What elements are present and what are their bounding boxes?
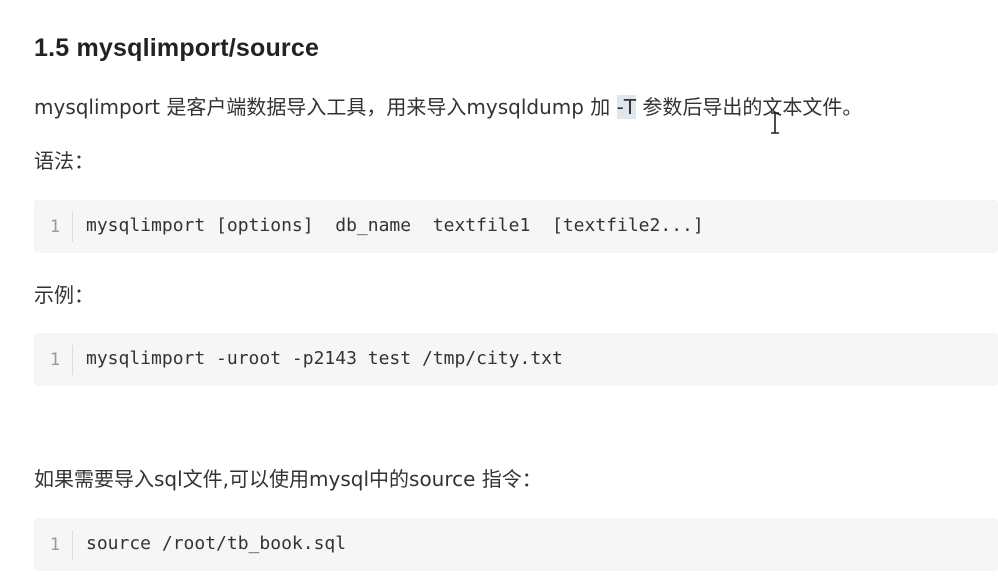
code-line[interactable]: mysqlimport -uroot -p2143 test /tmp/city…: [86, 344, 563, 374]
source-code-block[interactable]: 1 source /root/tb_book.sql: [34, 518, 998, 571]
example-label: 示例：: [34, 283, 94, 307]
intro-text-end: 参数后导出的文本文件。: [636, 95, 863, 119]
source-paragraph: 如果需要导入sql文件,可以使用mysql中的source 指令：: [34, 467, 542, 491]
code-line[interactable]: mysqlimport [options] db_name textfile1 …: [86, 211, 704, 241]
example-code-block[interactable]: 1 mysqlimport -uroot -p2143 test /tmp/ci…: [34, 333, 998, 386]
text-cursor-icon: [771, 112, 779, 134]
section-heading: 1.5 mysqlimport/source: [34, 34, 320, 62]
intro-paragraph: mysqlimport 是客户端数据导入工具，用来导入mysqldump 加 -…: [34, 92, 862, 122]
line-number: 1: [34, 530, 73, 560]
option-highlight: -T: [616, 95, 637, 119]
code-line[interactable]: source /root/tb_book.sql: [86, 529, 346, 559]
intro-text: mysqlimport 是客户端数据导入工具，用来导入mysqldump 加: [34, 95, 617, 119]
syntax-label: 语法：: [34, 149, 94, 173]
line-number: 1: [34, 345, 73, 375]
line-number: 1: [34, 212, 73, 242]
syntax-code-block[interactable]: 1 mysqlimport [options] db_name textfile…: [34, 200, 998, 253]
